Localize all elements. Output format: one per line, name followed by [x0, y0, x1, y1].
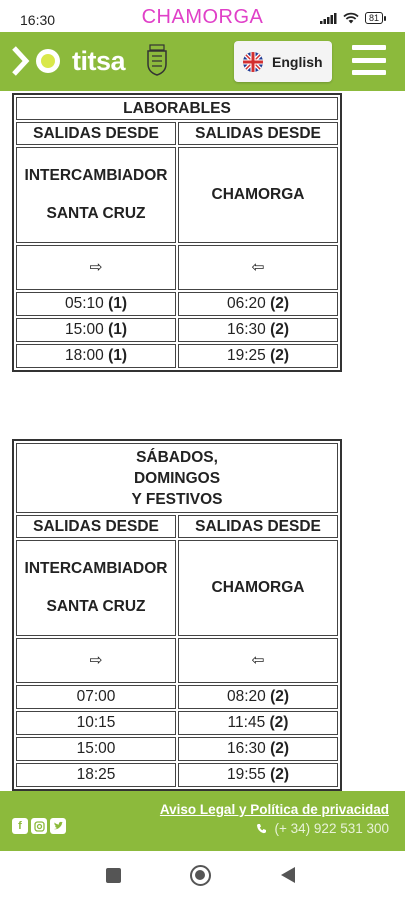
logo-text: titsa	[72, 45, 126, 76]
origin-cell: INTERCAMBIADOR SANTA CRUZ	[16, 540, 176, 636]
hamburger-menu-icon[interactable]	[352, 45, 386, 75]
language-button[interactable]: English	[234, 41, 332, 82]
home-icon[interactable]	[190, 865, 211, 886]
table-row: 18:00 (1) 19:25 (2)	[16, 344, 338, 368]
facebook-icon[interactable]: f	[12, 818, 28, 834]
titsa-logo[interactable]: titsa	[12, 45, 126, 77]
table-row: 05:10 (1) 06:20 (2)	[16, 292, 338, 316]
arrow-left-icon: ⇦	[178, 638, 338, 683]
column-header: SALIDAS DESDE	[178, 515, 338, 538]
footer-phone[interactable]: (+ 34) 922 531 300	[256, 821, 389, 836]
twitter-icon[interactable]	[50, 818, 66, 834]
schedule-table-weekends: SÁBADOS, DOMINGOS Y FESTIVOS SALIDAS DESDE…	[12, 439, 342, 791]
uk-flag-icon	[243, 51, 263, 72]
titsa-logo-icon	[12, 46, 60, 76]
legal-privacy-link[interactable]: Aviso Legal y Política de privacidad	[160, 802, 389, 817]
status-icons: 81	[319, 12, 387, 24]
app-header: titsa English	[0, 32, 405, 91]
instagram-icon[interactable]	[31, 818, 47, 834]
signal-icon	[319, 12, 337, 24]
system-nav-bar	[0, 851, 405, 900]
site-footer: f Aviso Legal y Política de privacidad (…	[0, 791, 405, 851]
destination-cell: CHAMORGA	[178, 147, 338, 243]
destination-cell: CHAMORGA	[178, 540, 338, 636]
language-label: English	[272, 53, 323, 70]
schedule-title: SÁBADOS, DOMINGOS Y FESTIVOS	[16, 443, 338, 513]
recent-apps-icon[interactable]	[106, 868, 121, 883]
table-row: 07:00 08:20 (2)	[16, 685, 338, 709]
schedule-table-weekdays: LABORABLES SALIDAS DESDE SALIDAS DESDE I…	[12, 93, 342, 372]
phone-number: (+ 34) 922 531 300	[274, 821, 389, 836]
column-header: SALIDAS DESDE	[16, 122, 176, 145]
origin-cell: INTERCAMBIADOR SANTA CRUZ	[16, 147, 176, 243]
schedule-title: LABORABLES	[16, 97, 338, 120]
schedule-content[interactable]: LABORABLES SALIDAS DESDE SALIDAS DESDE I…	[0, 91, 405, 791]
table-row: 10:15 11:45 (2)	[16, 711, 338, 735]
table-row: 15:00 (1) 16:30 (2)	[16, 318, 338, 342]
arrow-right-icon: ⇨	[16, 245, 176, 290]
column-header: SALIDAS DESDE	[178, 122, 338, 145]
wifi-icon	[343, 12, 359, 24]
battery-icon: 81	[364, 12, 387, 24]
social-links: f	[12, 818, 66, 834]
arrow-left-icon: ⇦	[178, 245, 338, 290]
cabildo-crest-icon	[147, 44, 167, 76]
back-icon[interactable]	[281, 867, 295, 883]
table-row: 18:25 19:55 (2)	[16, 763, 338, 787]
phone-icon	[256, 824, 266, 834]
table-row: 15:00 16:30 (2)	[16, 737, 338, 761]
column-header: SALIDAS DESDE	[16, 515, 176, 538]
arrow-right-icon: ⇨	[16, 638, 176, 683]
